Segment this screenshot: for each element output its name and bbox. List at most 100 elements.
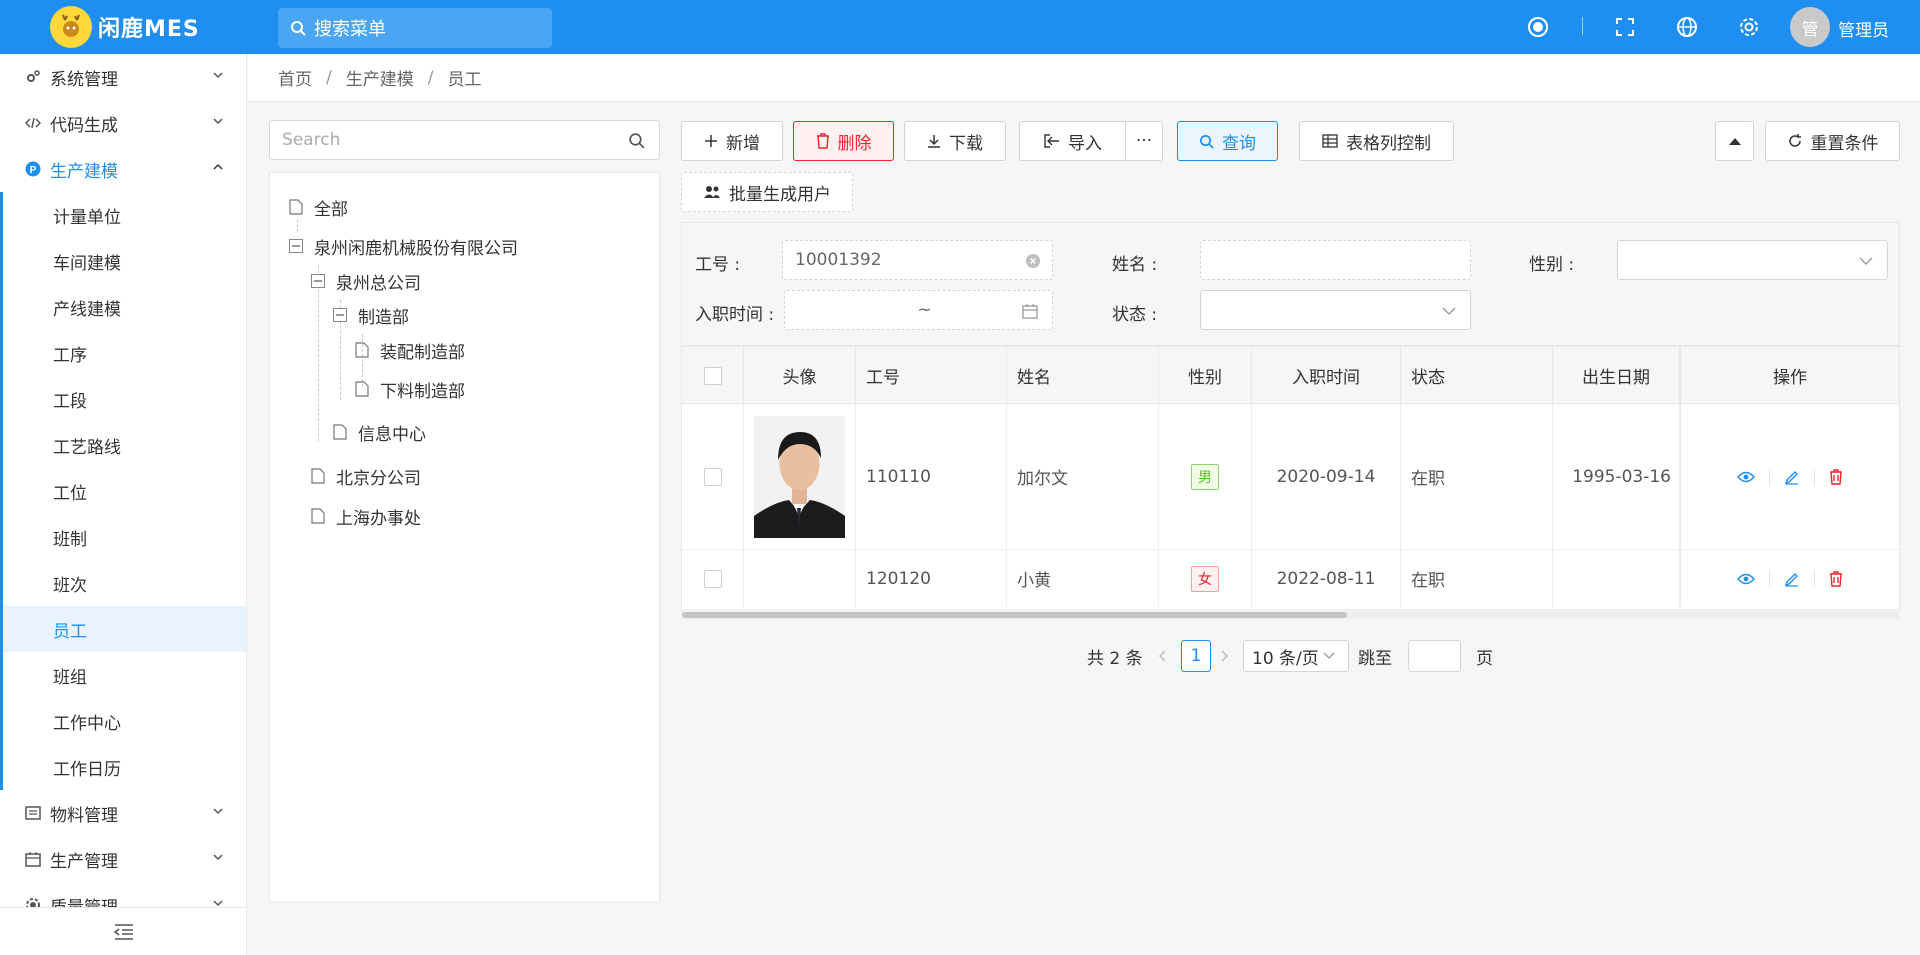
scrollbar-thumb[interactable] [682, 612, 1347, 618]
tree-node-assembly[interactable]: 装配制造部 [354, 336, 465, 364]
sidebar-item-work-center[interactable]: 工作中心 [3, 698, 246, 744]
edit-pencil-icon[interactable] [1784, 571, 1800, 587]
tree-node-company[interactable]: 泉州闲鹿机械股份有限公司 [288, 232, 518, 260]
sidebar-group-production[interactable]: 生产管理 [0, 836, 246, 882]
table-horizontal-scrollbar[interactable] [682, 611, 1899, 619]
sidebar-item-employee[interactable]: 员工 [3, 606, 246, 652]
delete-trash-icon[interactable] [1829, 468, 1843, 485]
col-emp-no[interactable]: 工号 [856, 347, 1007, 404]
record-icon[interactable] [1526, 15, 1550, 39]
emp-no-label: 工号 : [695, 255, 741, 275]
tree-search-input[interactable]: Search [269, 120, 660, 160]
breadcrumb-current: 员工 [447, 70, 482, 90]
file-icon [332, 424, 348, 440]
status-select[interactable] [1200, 290, 1471, 330]
tree-node-label: 泉州闲鹿机械股份有限公司 [314, 238, 518, 259]
sidebar-submenu: 计量单位 车间建模 产线建模 工序 工段 工艺路线 工位 班制 班次 员工 班组… [0, 192, 246, 790]
gender-cell: 男 [1159, 404, 1252, 549]
collapse-square-icon[interactable] [332, 308, 348, 322]
sidebar-item-calendar[interactable]: 工作日历 [3, 744, 246, 790]
tree-node-all[interactable]: 全部 [288, 193, 348, 221]
action-divider [1814, 468, 1815, 485]
user-name[interactable]: 管理员 [1838, 16, 1889, 41]
sidebar-item-process[interactable]: 工序 [3, 330, 246, 376]
avatar[interactable]: 管 [1790, 7, 1830, 47]
pagination-total: 共 2 条 [1087, 648, 1143, 669]
page-1-button[interactable]: 1 [1181, 640, 1211, 672]
download-button[interactable]: 下载 [904, 121, 1006, 161]
query-button[interactable]: 查询 [1177, 121, 1278, 161]
chevron-down-icon [213, 854, 223, 861]
sidebar-item-section[interactable]: 工段 [3, 376, 246, 422]
breadcrumb-home[interactable]: 首页 [278, 65, 312, 90]
sidebar-item-team[interactable]: 班组 [3, 652, 246, 698]
sidebar-item-station[interactable]: 工位 [3, 468, 246, 514]
more-button[interactable]: ··· [1125, 121, 1163, 161]
collapse-sidebar-button[interactable] [0, 907, 246, 955]
col-name[interactable]: 姓名 [1007, 347, 1159, 404]
sidebar-item-line[interactable]: 产线建模 [3, 284, 246, 330]
delete-button[interactable]: 删除 [793, 121, 894, 161]
gender-select[interactable] [1617, 240, 1888, 280]
sidebar-item-shift[interactable]: 班次 [3, 560, 246, 606]
clear-circle-icon[interactable] [1026, 254, 1040, 268]
filter-form: 工号 : 10001392 姓名 : 性别 : 入职时间 : ~ 状态 : [681, 222, 1900, 346]
tree-node-manufacturing[interactable]: 制造部 [332, 301, 409, 329]
app-title: 闲鹿MES [98, 17, 200, 42]
add-button[interactable]: 新增 [681, 121, 783, 161]
logo[interactable]: 闲鹿MES [0, 0, 247, 54]
row-checkbox[interactable] [703, 467, 722, 486]
sidebar-item-workshop[interactable]: 车间建模 [3, 238, 246, 284]
collapse-square-icon[interactable] [288, 239, 304, 253]
sidebar-item-route[interactable]: 工艺路线 [3, 422, 246, 468]
employee-photo[interactable] [754, 415, 845, 538]
hire-date-range-picker[interactable]: ~ [784, 290, 1053, 330]
sidebar-group-material[interactable]: 物料管理 [0, 790, 246, 836]
jump-page-input[interactable] [1408, 640, 1461, 672]
next-page-icon[interactable] [1219, 640, 1229, 672]
fullscreen-icon[interactable] [1613, 15, 1637, 39]
file-icon [310, 468, 326, 484]
edit-pencil-icon[interactable] [1784, 469, 1800, 485]
batch-users-button[interactable]: 批量生成用户 [681, 172, 853, 212]
breadcrumb-modeling[interactable]: 生产建模 [346, 65, 414, 90]
collapse-filter-button[interactable] [1715, 121, 1754, 161]
col-gender: 性别 [1159, 347, 1252, 404]
delete-trash-icon[interactable] [1829, 570, 1843, 587]
list-icon [24, 805, 42, 821]
tree-node-shanghai[interactable]: 上海办事处 [310, 502, 421, 530]
sidebar-item-shift-system[interactable]: 班制 [3, 514, 246, 560]
sidebar-group-system[interactable]: 系统管理 [0, 54, 246, 100]
view-eye-icon[interactable] [1737, 573, 1755, 585]
name-input[interactable] [1200, 240, 1471, 280]
deer-logo-icon [50, 6, 92, 48]
collapse-square-icon[interactable] [310, 274, 326, 288]
row-checkbox[interactable] [703, 569, 722, 588]
reset-button[interactable]: 重置条件 [1765, 121, 1900, 161]
sidebar-group-production-modeling[interactable]: P 生产建模 [0, 146, 246, 192]
tree-node-it-center[interactable]: 信息中心 [332, 418, 426, 446]
delete-button-label: 删除 [837, 133, 872, 154]
tree-node-cutting[interactable]: 下料制造部 [354, 375, 465, 403]
emp-no-input[interactable]: 10001392 [782, 240, 1053, 280]
tree-node-label: 装配制造部 [380, 342, 465, 363]
chevron-down-icon [213, 808, 223, 815]
batch-users-label: 批量生成用户 [729, 184, 831, 205]
sidebar-group-codegen[interactable]: 代码生成 [0, 100, 246, 146]
select-all-checkbox[interactable] [703, 366, 722, 385]
row-checkbox-cell [682, 404, 744, 549]
column-control-button[interactable]: 表格列控制 [1299, 121, 1454, 161]
settings-gear-icon[interactable] [1737, 15, 1761, 39]
view-eye-icon[interactable] [1737, 471, 1755, 483]
tree-node-hq[interactable]: 泉州总公司 [310, 267, 421, 295]
globe-icon[interactable] [1675, 15, 1699, 39]
menu-search-input[interactable]: 搜索菜单 [278, 8, 552, 48]
prev-page-icon[interactable] [1158, 640, 1168, 672]
tree-node-beijing[interactable]: 北京分公司 [310, 462, 421, 490]
sidebar-item-unit[interactable]: 计量单位 [3, 192, 246, 238]
page-size-select[interactable]: 10 条/页 [1243, 640, 1349, 672]
p-circle-icon: P [24, 161, 42, 177]
col-birth[interactable]: 出生日期 [1553, 347, 1680, 404]
import-button[interactable]: 导入 [1019, 121, 1126, 161]
col-hire-date[interactable]: 入职时间 [1252, 347, 1401, 404]
